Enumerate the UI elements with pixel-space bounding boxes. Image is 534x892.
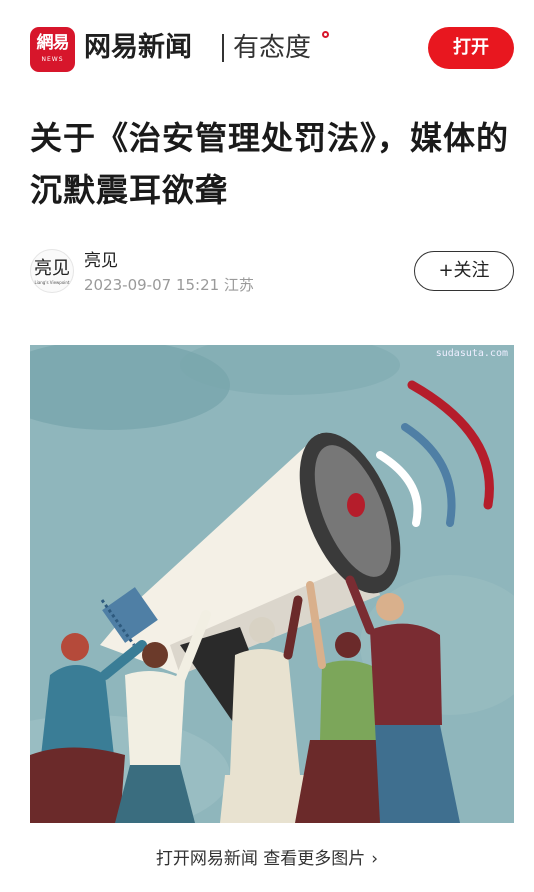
avatar-subtext: Liang's Viewpoint <box>34 280 70 285</box>
more-images-text: 打开网易新闻 查看更多图片 <box>155 849 366 869</box>
publish-meta: 2023-09-07 15:21 江苏 <box>84 276 254 294</box>
netease-logo[interactable]: 網易 NEWS <box>30 27 75 72</box>
megaphone-illustration <box>30 345 514 823</box>
open-app-button[interactable]: 打开 <box>428 27 514 69</box>
top-bar: 網易 NEWS 网易新闻 有态度 打开 <box>0 0 534 96</box>
brand-divider <box>222 34 224 62</box>
registered-mark-icon <box>322 31 329 38</box>
author-name[interactable]: 亮见 <box>84 250 118 272</box>
article-image[interactable]: sudasuta.com <box>30 345 514 823</box>
logo-subtext: NEWS <box>41 56 64 63</box>
author-avatar[interactable]: 亮见 Liang's Viewpoint <box>30 249 74 293</box>
article-title: 关于《治安管理处罚法》，媒体的沉默震耳欲聋 <box>30 119 510 209</box>
brand-slogan: 有态度 <box>233 33 312 63</box>
logo-text: 網易 <box>36 33 70 53</box>
avatar-text: 亮见 <box>34 258 70 279</box>
follow-button[interactable]: +关注 <box>414 251 514 291</box>
chevron-right-icon: › <box>371 849 379 869</box>
image-watermark: sudasuta.com <box>435 348 508 359</box>
brand-name: 网易新闻 <box>84 32 192 63</box>
open-app-more-images-link[interactable]: 打开网易新闻 查看更多图片 › <box>0 846 534 872</box>
